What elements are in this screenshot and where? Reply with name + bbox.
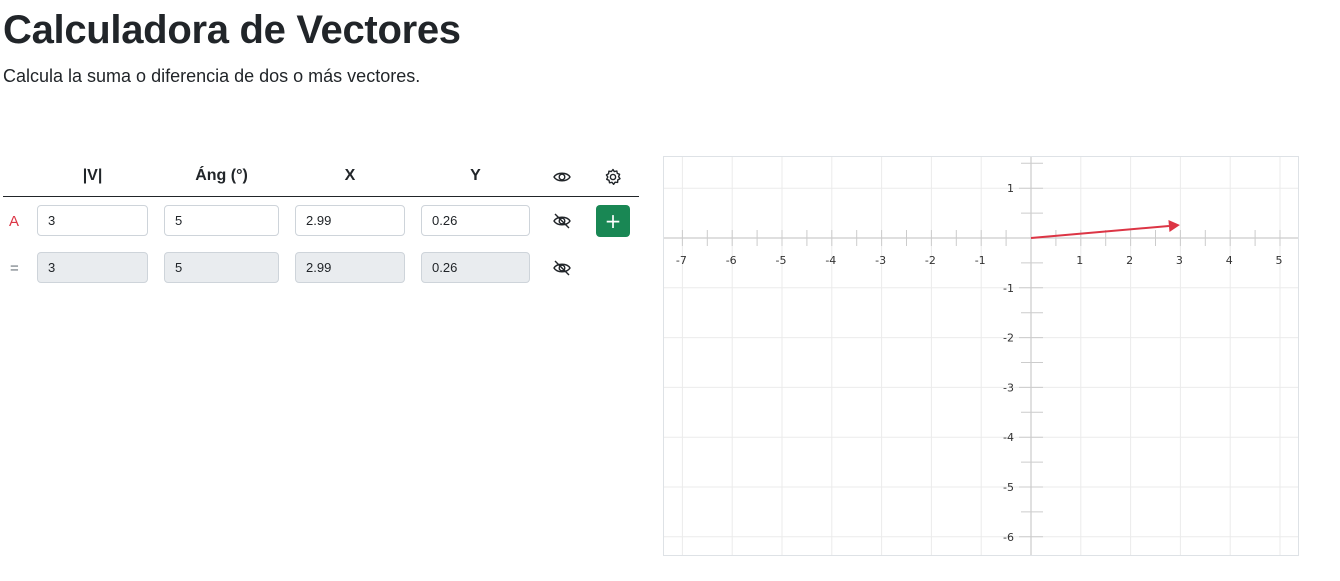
x-tick-label: 2 xyxy=(1126,254,1133,267)
vector-label: A xyxy=(9,213,20,230)
result-x-field xyxy=(295,252,405,283)
eye-icon xyxy=(552,167,572,187)
vector-graph[interactable]: -7 -6 -5 -4 -3 -2 -1 1 2 3 4 5 1 -1 -2 -3 -4 -5 -6 xyxy=(663,156,1299,556)
table-header: |V| Áng (°) X Y xyxy=(3,155,639,197)
x-tick-label: 5 xyxy=(1276,254,1283,267)
magnitude-input[interactable] xyxy=(37,205,148,236)
vector-table: |V| Áng (°) X Y A 3 5 2.99 0.26 + = 3 5 … xyxy=(3,155,639,291)
x-tick-label: -6 xyxy=(726,254,737,267)
x-tick-label: -1 xyxy=(975,254,986,267)
x-tick-label: -7 xyxy=(676,254,687,267)
x-tick-label: -3 xyxy=(875,254,886,267)
x-tick-label: -5 xyxy=(776,254,787,267)
x-tick-label: 3 xyxy=(1176,254,1183,267)
x-tick-label: 4 xyxy=(1226,254,1233,267)
y-tick-label: -2 xyxy=(1003,332,1014,345)
y-tick-label: -6 xyxy=(1003,531,1014,544)
x-input[interactable] xyxy=(295,205,405,236)
y-tick-label: 1 xyxy=(1007,182,1014,195)
add-vector-button[interactable]: + xyxy=(596,205,630,237)
result-magnitude-field xyxy=(37,252,148,283)
eye-off-icon[interactable] xyxy=(552,258,572,278)
y-tick-label: -1 xyxy=(1003,282,1014,295)
eye-off-icon[interactable] xyxy=(552,211,572,231)
result-label: = xyxy=(10,260,19,277)
header-x: X xyxy=(344,167,356,184)
x-tick-label: -2 xyxy=(925,254,936,267)
x-tick-label: 1 xyxy=(1076,254,1083,267)
x-tick-label: -4 xyxy=(825,254,836,267)
result-angle-field xyxy=(164,252,279,283)
y-tick-label: -4 xyxy=(1003,431,1014,444)
result-y-field xyxy=(421,252,530,283)
header-y: Y xyxy=(470,167,481,184)
page-title: Calculadora de Vectores xyxy=(3,8,461,52)
vector-a-arrowhead xyxy=(1168,220,1180,232)
gear-icon[interactable] xyxy=(603,167,623,187)
page-subtitle: Calcula la suma o diferencia de dos o má… xyxy=(3,66,421,86)
result-row: = xyxy=(3,244,639,291)
y-tick-label: -5 xyxy=(1003,481,1014,494)
header-magnitude: |V| xyxy=(82,167,103,184)
y-tick-label: -3 xyxy=(1003,381,1014,394)
y-input[interactable] xyxy=(421,205,530,236)
header-angle: Áng (°) xyxy=(195,167,248,184)
graph-canvas: -7 -6 -5 -4 -3 -2 -1 1 2 3 4 5 1 -1 -2 -3 -4 -5 -6 xyxy=(664,157,1298,555)
vector-row-a: A + xyxy=(3,197,639,244)
vector-a-line xyxy=(1030,225,1170,239)
angle-input[interactable] xyxy=(164,205,279,236)
